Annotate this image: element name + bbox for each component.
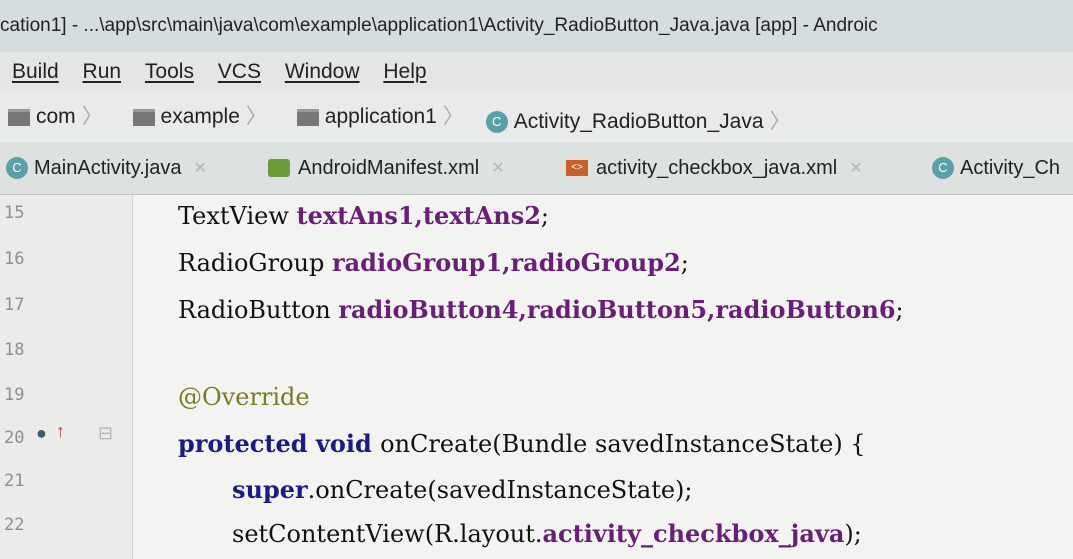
line-gutter[interactable]: 15 16 17 18 19 20 21 22 ● ↑ ⊟ xyxy=(0,195,133,559)
breadcrumb-activity-radiobutton-java[interactable]: C Activity_RadioButton_Java 〉 xyxy=(485,97,797,143)
code-line-17: RadioButton radioButton4,radioButton5,ra… xyxy=(178,295,904,324)
tab-label: activity_checkbox_java.xml xyxy=(596,156,838,179)
code-line-16: RadioGroup radioGroup1,radioGroup2; xyxy=(178,248,689,277)
code-keyword: void xyxy=(315,429,381,458)
fold-icon[interactable]: ⊟ xyxy=(98,423,113,444)
line-number: 15 xyxy=(4,203,25,223)
code-line-21: super.onCreate(savedInstanceState); xyxy=(232,475,693,504)
line-number: 17 xyxy=(4,295,25,315)
breadcrumb-label: example xyxy=(160,105,240,128)
menu-bar: Build Run Tools VCS Window Help xyxy=(0,52,1073,92)
code-field: textAns1,textAns2 xyxy=(296,201,541,230)
chevron-right-icon: 〉 xyxy=(442,105,464,128)
class-icon: C xyxy=(485,110,508,133)
code-editor[interactable]: 15 16 17 18 19 20 21 22 ● ↑ ⊟ TextView t… xyxy=(0,195,1073,559)
line-number: 22 xyxy=(4,515,25,535)
line-number: 18 xyxy=(4,340,25,360)
arrow-up-icon[interactable]: ↑ xyxy=(56,421,65,442)
breadcrumb-application1[interactable]: application1 〉 xyxy=(289,92,470,142)
folder-icon xyxy=(296,108,319,126)
tab-mainactivity[interactable]: C MainActivity.java ✕ xyxy=(6,142,207,194)
tab-label: MainActivity.java xyxy=(34,156,182,179)
code-type: RadioGroup xyxy=(178,249,332,277)
code-type: TextView xyxy=(178,202,297,230)
window-title-bar: cation1] - ...\app\src\main\java\com\exa… xyxy=(0,0,1073,52)
close-icon[interactable]: ✕ xyxy=(491,158,504,178)
line-number: 16 xyxy=(4,249,25,269)
breadcrumb-com[interactable]: com 〉 xyxy=(0,92,109,142)
code-text: .onCreate(savedInstanceState); xyxy=(307,476,693,504)
code-line-22: setContentView(R.layout.activity_checkbo… xyxy=(232,519,862,548)
tab-label: AndroidManifest.xml xyxy=(298,156,480,179)
code-line-20: protected void onCreate(Bundle savedInst… xyxy=(178,429,866,458)
menu-tools[interactable]: Tools xyxy=(145,52,194,92)
chevron-right-icon: 〉 xyxy=(81,105,103,128)
code-field: radioButton4,radioButton5,radioButton6 xyxy=(338,295,896,324)
breadcrumb-label: Activity_RadioButton_Java xyxy=(513,109,764,133)
breadcrumb-label: application1 xyxy=(324,105,437,128)
tab-activity-checkbox-xml[interactable]: <> activity_checkbox_java.xml ✕ xyxy=(566,142,863,194)
menu-window[interactable]: Window xyxy=(285,52,360,92)
code-field: activity_checkbox_java xyxy=(542,519,845,548)
code-field: radioGroup1,radioGroup2 xyxy=(331,248,681,277)
class-icon: C xyxy=(932,157,954,179)
menu-run[interactable]: Run xyxy=(83,52,122,92)
chevron-right-icon: 〉 xyxy=(245,105,267,128)
code-line-19: @Override xyxy=(178,383,310,411)
code-punct: ; xyxy=(680,249,689,277)
chevron-right-icon: 〉 xyxy=(769,109,791,133)
close-icon[interactable]: ✕ xyxy=(193,158,206,178)
code-punct: ; xyxy=(895,296,904,324)
code-annotation: @Override xyxy=(178,383,310,411)
breadcrumb: com 〉 example 〉 application1 〉 C Activit… xyxy=(0,92,1073,142)
manifest-icon xyxy=(268,159,290,177)
folder-icon xyxy=(8,108,30,126)
breadcrumb-label: com xyxy=(36,105,76,128)
breadcrumb-example[interactable]: example 〉 xyxy=(125,92,273,142)
code-line-15: TextView textAns1,textAns2; xyxy=(178,201,549,230)
override-method-icon[interactable]: ● xyxy=(36,423,47,444)
tab-label: Activity_Ch xyxy=(960,156,1061,179)
code-text: onCreate(Bundle savedInstanceState) { xyxy=(380,430,866,458)
window-title: cation1] - ...\app\src\main\java\com\exa… xyxy=(0,15,878,36)
xml-icon: <> xyxy=(566,160,588,176)
line-number: 19 xyxy=(4,385,25,405)
code-keyword: super xyxy=(232,475,308,504)
code-text: setContentView(R.layout. xyxy=(232,520,543,548)
code-type: RadioButton xyxy=(178,296,339,324)
close-icon[interactable]: ✕ xyxy=(849,158,862,178)
tab-activity-ch[interactable]: C Activity_Ch xyxy=(932,142,1060,194)
line-number: 20 xyxy=(4,428,25,448)
editor-tabs: C MainActivity.java ✕ AndroidManifest.xm… xyxy=(0,142,1073,195)
class-icon: C xyxy=(6,157,28,179)
code-punct: ; xyxy=(540,202,550,230)
tab-androidmanifest[interactable]: AndroidManifest.xml ✕ xyxy=(268,142,505,194)
folder-icon xyxy=(132,108,155,126)
code-keyword: protected xyxy=(178,429,316,458)
menu-help[interactable]: Help xyxy=(383,52,426,92)
code-punct: ); xyxy=(844,520,862,548)
menu-vcs[interactable]: VCS xyxy=(218,52,261,92)
line-number: 21 xyxy=(4,471,25,491)
menu-build[interactable]: Build xyxy=(12,52,59,92)
